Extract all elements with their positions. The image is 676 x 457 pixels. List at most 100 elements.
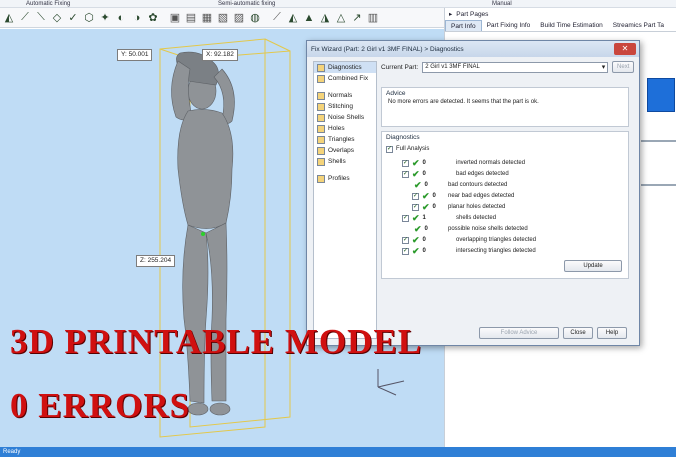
- checkbox[interactable]: ✓: [412, 192, 419, 200]
- diag-label: planar holes detected: [448, 204, 506, 210]
- diag-count: 0: [422, 237, 426, 243]
- stitch-icon[interactable]: ⟍: [34, 11, 48, 25]
- diag-row-bad-edges: ✓ ✔ 0 bad edges detected: [402, 169, 630, 179]
- checkbox[interactable]: ✓: [402, 236, 409, 244]
- part-pages-tabs: Part Info Part Fixing Info Build Time Es…: [445, 20, 676, 32]
- diag-count: 0: [422, 248, 426, 254]
- grid-icon[interactable]: ▥: [366, 11, 380, 25]
- diag-label: near bad edges detected: [448, 193, 515, 199]
- mark-icon[interactable]: ◭: [286, 11, 300, 25]
- check-mark-icon: ✔: [422, 201, 430, 212]
- close-icon[interactable]: ✕: [614, 43, 636, 55]
- current-part-select[interactable]: 2 Girl v1 3MF FINAL: [422, 61, 609, 73]
- nav-item-diagnostics[interactable]: Diagnostics: [314, 62, 376, 73]
- nav-item-overlaps[interactable]: Overlaps: [314, 145, 376, 156]
- diag-label: inverted normals detected: [456, 160, 526, 166]
- advice-text: No more errors are detected. It seems th…: [388, 99, 539, 105]
- next-button[interactable]: Next: [612, 61, 635, 73]
- status-text: Ready: [3, 449, 21, 455]
- cube-select-icon[interactable]: ▣: [168, 11, 182, 25]
- fix-triangle-icon[interactable]: ◭: [2, 11, 16, 25]
- fix-noise-icon[interactable]: ✦: [98, 11, 112, 25]
- nav-item-label: Stitching: [328, 103, 353, 110]
- triangle-edit-icon[interactable]: ▲: [302, 11, 316, 25]
- create-triangle-icon[interactable]: △: [334, 11, 348, 25]
- diag-row-near-bad-edges: ✓ ✔ 0 near bad edges detected: [412, 191, 630, 201]
- close-button[interactable]: Close: [563, 327, 593, 339]
- full-analysis-checkbox[interactable]: ✓ Full Analysis: [386, 144, 429, 154]
- wizard-body: Current Part: 2 Girl v1 3MF FINAL Next A…: [381, 61, 635, 339]
- checkbox[interactable]: ✓: [402, 214, 409, 222]
- cube-triangle-icon[interactable]: ▨: [232, 11, 246, 25]
- noise-shells-icon: [317, 113, 325, 122]
- diag-count: 0: [432, 193, 436, 199]
- coord-x-label: X: 92.182: [202, 49, 238, 61]
- part-pages-title: Part Pages: [456, 10, 489, 18]
- cube-box-icon[interactable]: ▦: [200, 11, 214, 25]
- help-button[interactable]: Help: [597, 327, 627, 339]
- diagnostics-title: Diagnostics: [386, 134, 420, 141]
- tab-build-time-estimation[interactable]: Build Time Estimation: [535, 20, 608, 31]
- expand-arrow-icon[interactable]: ▸: [449, 10, 452, 18]
- checkbox[interactable]: ✓: [402, 170, 409, 178]
- tab-part-info[interactable]: Part Info: [445, 20, 482, 31]
- fix-wizard-icon[interactable]: ✿: [146, 11, 160, 25]
- fix-intersect-icon[interactable]: ◑: [130, 11, 144, 25]
- nav-item-stitching[interactable]: Stitching: [314, 101, 376, 112]
- nav-item-label: Triangles: [328, 136, 355, 143]
- update-label: Update: [583, 263, 603, 269]
- ribbon-group-bar: Automatic Fixing Semi-automatic fixing M…: [0, 0, 676, 8]
- profiles-icon: [317, 174, 325, 183]
- fix-shells-icon[interactable]: ⬡: [82, 11, 96, 25]
- nav-item-noise-shells[interactable]: Noise Shells: [314, 112, 376, 123]
- update-button[interactable]: Update: [564, 260, 622, 272]
- checkbox[interactable]: ✓: [402, 247, 409, 255]
- nav-item-holes[interactable]: Holes: [314, 123, 376, 134]
- arrow-icon[interactable]: ↗: [350, 11, 364, 25]
- holes-icon[interactable]: ◇: [50, 11, 64, 25]
- check-mark-icon: ✔: [412, 245, 420, 256]
- nav-item-combined-fix[interactable]: Combined Fix: [314, 73, 376, 84]
- fix-normals-icon[interactable]: ⟋: [18, 11, 32, 25]
- nav-item-normals[interactable]: Normals: [314, 90, 376, 101]
- mesh-sphere-icon[interactable]: ◍: [248, 11, 262, 25]
- ribbon-group-semi: Semi-automatic fixing: [218, 1, 276, 7]
- diag-label: possible noise shells detected: [448, 226, 528, 232]
- tab-part-fixing-info[interactable]: Part Fixing Info: [482, 20, 536, 31]
- combined-fix-icon: [317, 74, 325, 83]
- diag-label: shells detected: [456, 215, 497, 221]
- nav-item-label: Holes: [328, 125, 345, 132]
- triangles-icon: [317, 135, 325, 144]
- checkbox[interactable]: ✓: [386, 145, 393, 153]
- wrap-icon[interactable]: ✓: [66, 11, 80, 25]
- nav-item-profiles[interactable]: Profiles: [314, 173, 376, 184]
- check-mark-icon: ✔: [412, 168, 420, 179]
- advice-title: Advice: [386, 90, 406, 97]
- diag-count: 0: [422, 171, 426, 177]
- current-part-label: Current Part:: [381, 63, 419, 71]
- cube-surface-icon[interactable]: ▧: [216, 11, 230, 25]
- wizard-nav: Diagnostics Combined Fix Normals Stitchi…: [313, 61, 377, 339]
- checkbox[interactable]: ✓: [402, 159, 409, 167]
- part-pages-header[interactable]: ▸ Part Pages: [445, 8, 676, 20]
- nav-item-label: Noise Shells: [328, 114, 365, 121]
- cut-icon[interactable]: ⟋: [270, 11, 284, 25]
- current-part-row: Current Part: 2 Girl v1 3MF FINAL Next: [381, 61, 635, 73]
- fix-overlap-icon[interactable]: ◐: [114, 11, 128, 25]
- pyramid-icon[interactable]: ◮: [318, 11, 332, 25]
- dialog-titlebar[interactable]: Fix Wizard (Part: 2 Girl v1 3MF FINAL) >…: [307, 41, 639, 57]
- cube-shell-icon[interactable]: ▤: [184, 11, 198, 25]
- tab-streamics-part[interactable]: Streamics Part Ta: [608, 20, 669, 31]
- nav-item-label: Combined Fix: [328, 75, 369, 82]
- diag-row-inverted-normals: ✓ ✔ 0 inverted normals detected: [402, 158, 630, 168]
- overlay-subheadline: 0 ERRORS: [10, 386, 191, 425]
- nav-item-triangles[interactable]: Triangles: [314, 134, 376, 145]
- checkbox[interactable]: ✓: [412, 203, 419, 211]
- diag-row-intersecting: ✓ ✔ 0 intersecting triangles detected: [402, 246, 630, 256]
- check-mark-icon: ✔: [414, 179, 422, 190]
- nav-item-shells[interactable]: Shells: [314, 156, 376, 167]
- dialog-title: Fix Wizard (Part: 2 Girl v1 3MF FINAL) >…: [311, 45, 464, 53]
- part-preview-cube: [647, 78, 675, 112]
- diag-count: 1: [422, 215, 426, 221]
- follow-advice-button[interactable]: Follow Advice: [479, 327, 559, 339]
